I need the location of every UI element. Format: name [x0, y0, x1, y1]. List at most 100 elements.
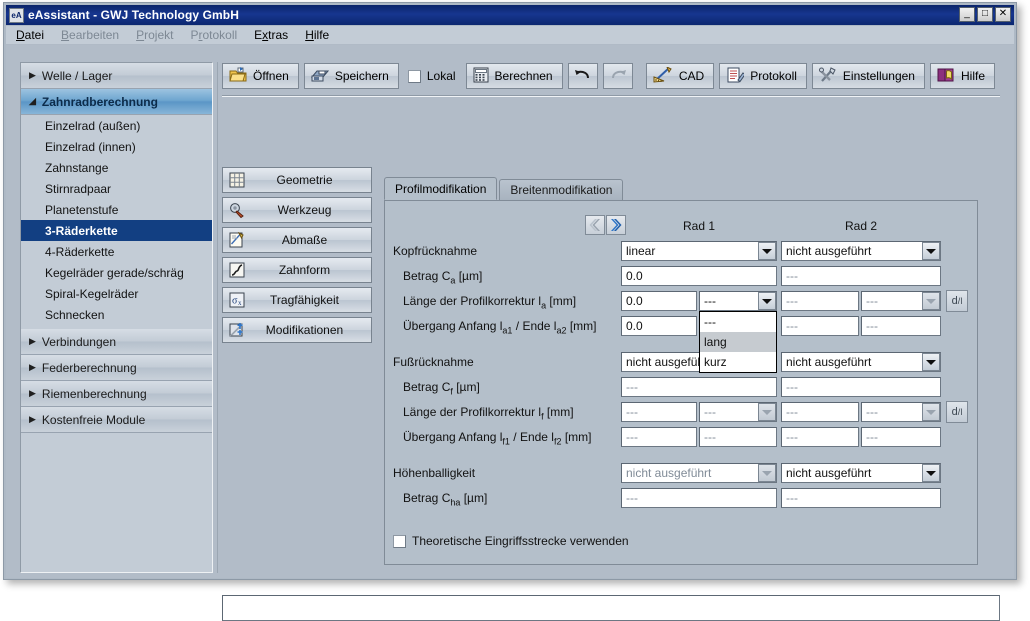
module-button-abmaße[interactable]: Abmaße	[222, 227, 372, 253]
dropdown-option-lang[interactable]: lang	[700, 332, 776, 352]
module-button-label: Modifikationen	[250, 323, 371, 337]
main-toolbar: Öffnen Speichern	[222, 62, 1000, 100]
previous-wheel-button[interactable]	[585, 215, 605, 235]
field-rad2-2-0: ---	[781, 488, 941, 508]
window-titlebar: eA eAssistant - GWJ Technology GmbH _ □ …	[6, 5, 1014, 25]
menu-item-extras[interactable]: Extras	[254, 28, 288, 42]
column-header-rad2: Rad 2	[781, 219, 941, 233]
length-dropdown-popup[interactable]: ---langkurz	[699, 311, 777, 373]
module-button-werkzeug[interactable]: Werkzeug	[222, 197, 372, 223]
dropdown-option--[interactable]: ---	[700, 312, 776, 332]
sidebar-group-federberechnung[interactable]: ▶Federberechnung	[21, 355, 212, 381]
chevron-down-icon[interactable]	[922, 292, 940, 310]
sidebar-item-planetenstufe[interactable]: Planetenstufe	[21, 199, 212, 220]
sidebar-item-label: 4-Räderkette	[45, 245, 114, 259]
combo-value: linear	[626, 244, 758, 258]
sidebar-group-kostenfreie-module[interactable]: ▶Kostenfreie Module	[21, 407, 212, 433]
section-type-combo-rad2-1[interactable]: nicht ausgeführt	[781, 352, 941, 372]
sidebar-group-label: Riemenberechnung	[42, 387, 147, 401]
combo-rad1-b-0-1[interactable]: ---	[699, 291, 777, 311]
local-checkbox-label: Lokal	[427, 69, 456, 83]
combo-rad2-b-1-1[interactable]: ---	[861, 402, 941, 422]
chevron-down-icon[interactable]	[758, 464, 776, 482]
section-type-combo-rad1-2[interactable]: nicht ausgeführt	[621, 463, 777, 483]
chevron-down-icon[interactable]	[922, 242, 940, 260]
sidebar-tree[interactable]: ▶Welle / Lager◢ZahnradberechnungEinzelra…	[20, 62, 213, 573]
dropdown-option-kurz[interactable]: kurz	[700, 352, 776, 372]
menu-item-projekt: Projekt	[136, 28, 173, 42]
field-rad1-a-0-2[interactable]: 0.0	[621, 316, 697, 336]
sidebar-group-label: Federberechnung	[42, 361, 137, 375]
close-button[interactable]: ✕	[995, 7, 1011, 22]
module-button-label: Zahnform	[250, 263, 371, 277]
sigma-icon: σx	[228, 292, 250, 308]
document-pen-icon	[726, 67, 744, 86]
section-type-combo-rad1-0[interactable]: linear	[621, 241, 777, 261]
sidebar-item-zahnstange[interactable]: Zahnstange	[21, 157, 212, 178]
sidebar-group-label: Kostenfreie Module	[42, 413, 145, 427]
open-button[interactable]: Öffnen	[222, 63, 299, 89]
sidebar-group-zahnradberechnung[interactable]: ◢Zahnradberechnung	[21, 89, 212, 115]
tab-breitenmodifikation[interactable]: Breitenmodifikation	[499, 179, 623, 200]
chevron-down-icon[interactable]	[758, 292, 776, 310]
sidebar-item-einzelrad-außen-[interactable]: Einzelrad (außen)	[21, 115, 212, 136]
modification-panel: Rad 1 Rad 2 Kopfrücknahmelinearnicht aus…	[384, 200, 978, 565]
module-button-modifikationen[interactable]: Modifikationen	[222, 317, 372, 343]
combo-rad1-b-1-1[interactable]: ---	[699, 402, 777, 422]
undo-arrow-icon	[574, 69, 592, 84]
help-button[interactable]: Hilfe	[930, 63, 995, 89]
checkbox-box	[408, 70, 421, 83]
sidebar-group-verbindungen[interactable]: ▶Verbindungen	[21, 329, 212, 355]
sidebar-group-label: Zahnradberechnung	[42, 95, 158, 109]
chevron-down-icon[interactable]	[758, 403, 776, 421]
sidebar-item-label: 3-Räderkette	[45, 224, 118, 238]
section-title-kopfrücknahme: Kopfrücknahme	[393, 244, 477, 258]
minimize-button[interactable]: _	[959, 7, 975, 22]
chevron-down-icon[interactable]	[922, 353, 940, 371]
sidebar-item-3-räderkette[interactable]: 3-Räderkette	[21, 220, 212, 241]
gear-tool-icon	[228, 202, 250, 218]
diameter-length-toggle-0[interactable]: d/l	[946, 290, 968, 312]
field-rad2-0-0: ---	[781, 266, 941, 286]
grid-icon	[228, 172, 250, 188]
sidebar-item-stirnradpaar[interactable]: Stirnradpaar	[21, 178, 212, 199]
menu-item-datei[interactable]: Datei	[16, 28, 44, 42]
combo-value: nicht ausgeführt	[786, 466, 922, 480]
calculate-button[interactable]: Berechnen	[466, 63, 563, 89]
module-button-geometrie[interactable]: Geometrie	[222, 167, 372, 193]
field-rad1-0-0[interactable]: 0.0	[621, 266, 777, 286]
maximize-button[interactable]: □	[977, 7, 993, 22]
combo-value: ---	[704, 294, 758, 308]
sidebar-item-einzelrad-innen-[interactable]: Einzelrad (innen)	[21, 136, 212, 157]
local-checkbox[interactable]: Lokal	[408, 69, 456, 83]
theoretical-path-checkbox[interactable]: Theoretische Eingriffsstrecke verwenden	[393, 534, 629, 548]
menu-item-protokoll: Protokoll	[190, 28, 237, 42]
sidebar-item-schnecken[interactable]: Schnecken	[21, 304, 212, 325]
sidebar-group-riemenberechnung[interactable]: ▶Riemenberechnung	[21, 381, 212, 407]
sidebar-item-kegelräder-gerade-schräg[interactable]: Kegelräder gerade/schräg	[21, 262, 212, 283]
diameter-length-toggle-1[interactable]: d/l	[946, 401, 968, 423]
save-button[interactable]: Speichern	[304, 63, 399, 89]
section-type-combo-rad2-0[interactable]: nicht ausgeführt	[781, 241, 941, 261]
combo-rad2-b-0-1[interactable]: ---	[861, 291, 941, 311]
module-button-label: Tragfähigkeit	[250, 293, 371, 307]
cad-button[interactable]: CAD	[646, 63, 714, 89]
undo-button[interactable]	[568, 63, 598, 89]
chevron-down-icon[interactable]	[758, 242, 776, 260]
calculate-button-label: Berechnen	[495, 69, 553, 83]
module-button-label: Geometrie	[250, 173, 371, 187]
field-rad1-a-0-1[interactable]: 0.0	[621, 291, 697, 311]
field-rad2-b-0-2: ---	[861, 316, 941, 336]
tab-profilmodifikation[interactable]: Profilmodifikation	[384, 177, 497, 200]
section-type-combo-rad2-2[interactable]: nicht ausgeführt	[781, 463, 941, 483]
settings-button[interactable]: Einstellungen	[812, 63, 925, 89]
chevron-down-icon[interactable]	[922, 464, 940, 482]
sidebar-item-spiral-kegelräder[interactable]: Spiral-Kegelräder	[21, 283, 212, 304]
chevron-down-icon[interactable]	[922, 403, 940, 421]
menu-item-hilfe[interactable]: Hilfe	[305, 28, 329, 42]
sidebar-item-4-räderkette[interactable]: 4-Räderkette	[21, 241, 212, 262]
module-button-zahnform[interactable]: Zahnform	[222, 257, 372, 283]
module-button-tragfähigkeit[interactable]: σxTragfähigkeit	[222, 287, 372, 313]
sidebar-group-welle-lager[interactable]: ▶Welle / Lager	[21, 63, 212, 89]
protocol-button[interactable]: Protokoll	[719, 63, 807, 89]
